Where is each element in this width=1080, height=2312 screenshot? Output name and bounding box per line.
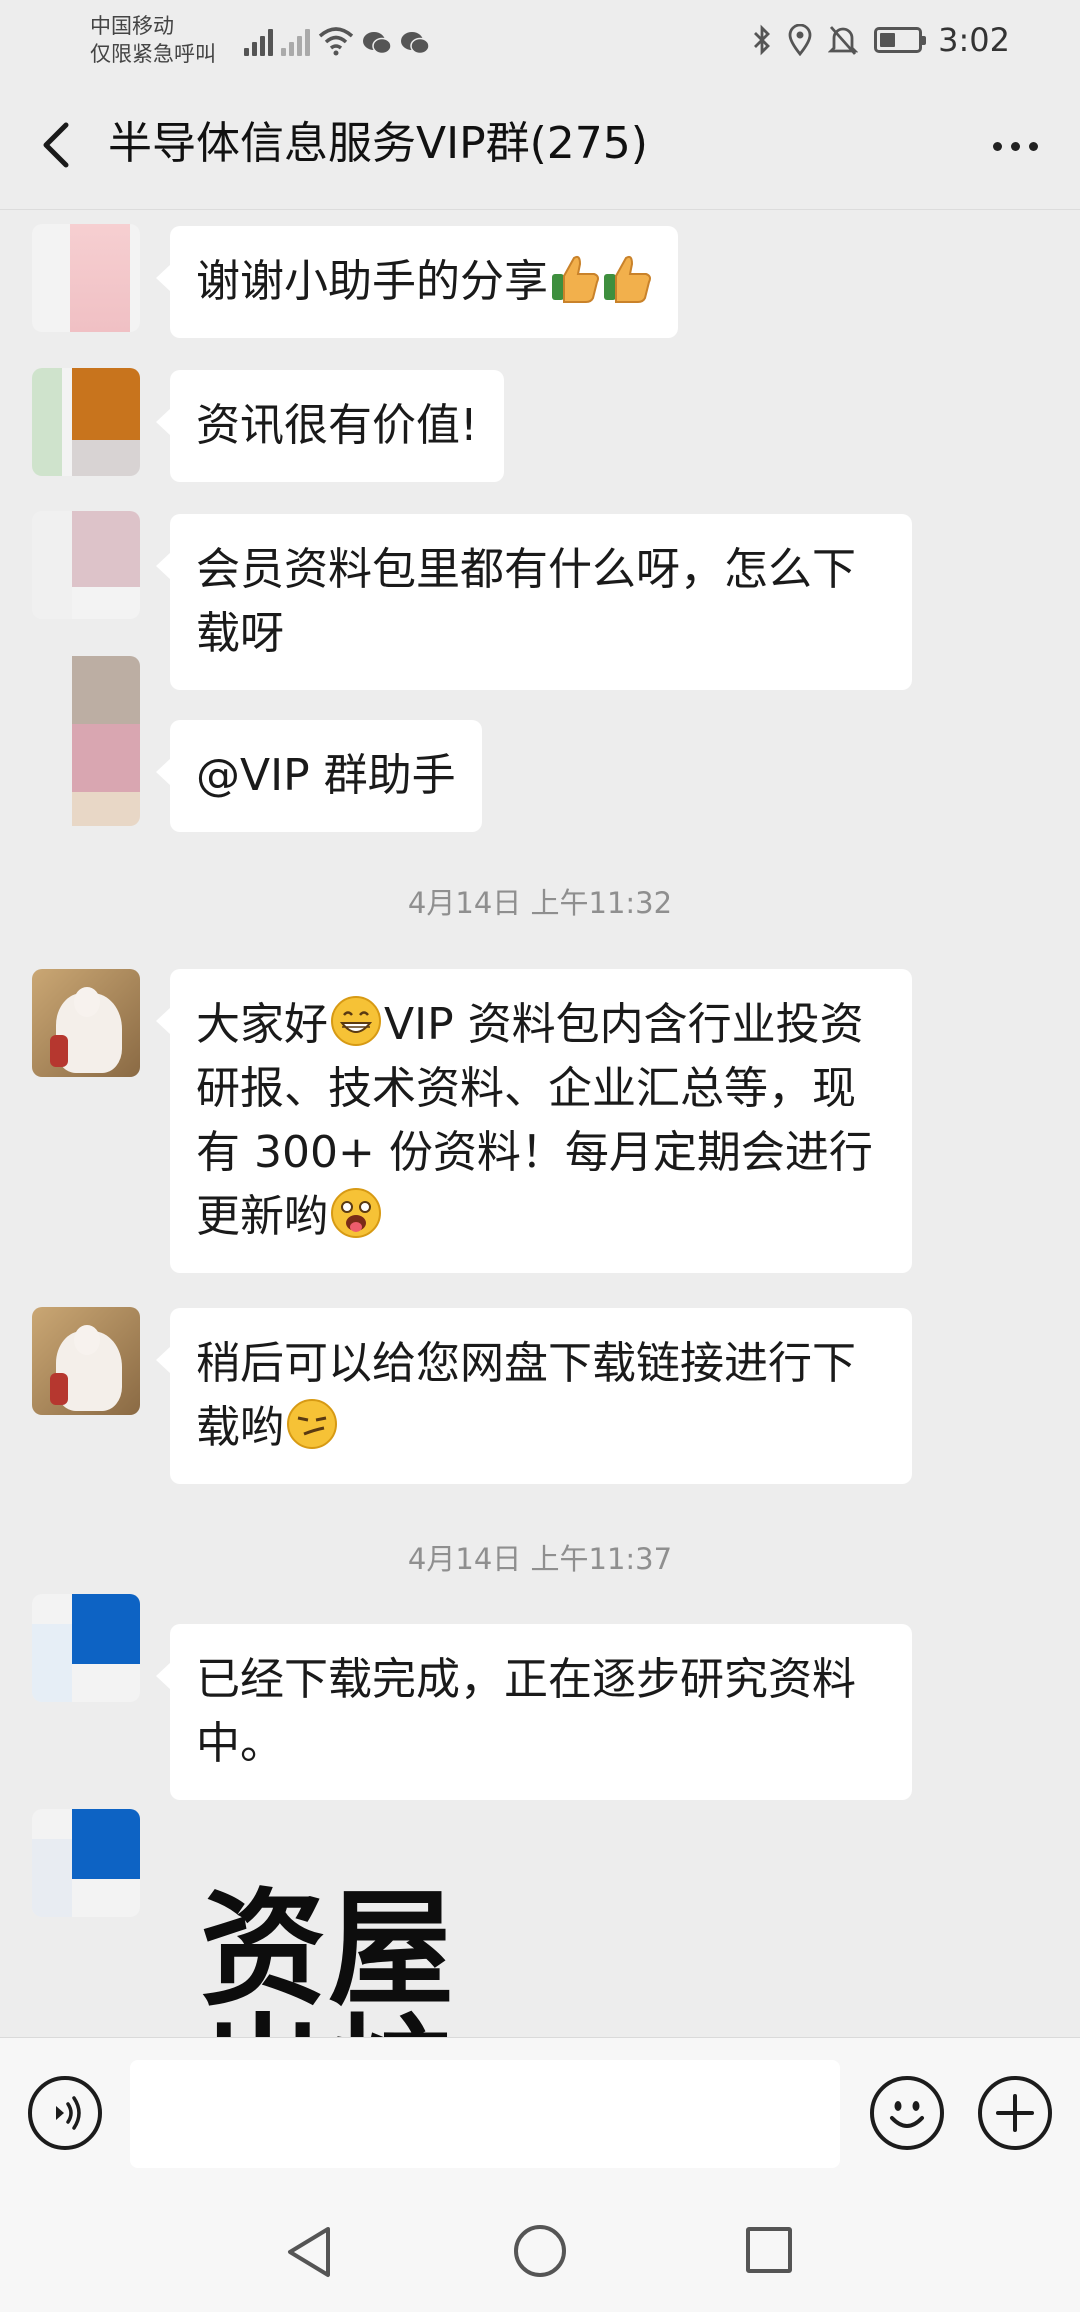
timestamp: 4月14日 上午11:37 [407,1542,673,1576]
message-text: @VIP 群助手 [196,750,456,801]
battery-icon [874,27,927,53]
chevron-left-icon[interactable] [30,115,90,175]
avatar[interactable] [32,1307,140,1415]
status-bar: 中国移动 仅限紧急呼叫 3:02 [0,0,1080,80]
mute-icon [828,26,859,55]
system-indicators: 3:02 [752,20,1010,60]
avatar[interactable] [32,368,140,476]
chat-header: 半导体信息服务VIP群(275) [0,80,1080,210]
star-struck-icon [331,1188,381,1238]
message-text: 会员资料包里都有什么呀，怎么下载呀 [196,544,856,659]
timestamp: 4月14日 上午11:32 [407,886,673,920]
message-input[interactable] [130,2060,840,2168]
carrier-name: 中国移动 [90,14,174,38]
nav-back-icon[interactable] [284,2225,334,2279]
message-bubble[interactable]: 已经下载完成，正在逐步研究资料中。 [156,1624,912,1800]
page-title: 半导体信息服务VIP群(275) [108,118,648,169]
thumbs-up-icon [552,255,599,303]
avatar[interactable] [32,656,140,826]
image-text-line2: 出炉 [200,2005,456,2037]
carrier-label: 中国移动 仅限紧急呼叫 [90,12,216,68]
emoji-icon[interactable] [870,2076,944,2150]
message-text: 已经下载完成，正在逐步研究资料中。 [196,1654,856,1769]
more-dots-icon[interactable] [980,118,1050,174]
avatar[interactable] [32,224,140,332]
avatar[interactable] [32,969,140,1077]
message-bubble[interactable]: 谢谢小助手的分享 [156,226,678,338]
nav-home-icon[interactable] [514,2225,566,2277]
chat-history[interactable]: 谢谢小助手的分享 资讯很有价值! 会员资料包里都有什么呀，怎么下载呀 @VIP … [0,211,1080,2037]
wechat-icon [401,32,430,55]
message-text: 谢谢小助手的分享 [196,256,548,307]
signal-icon [244,26,273,56]
wechat-icon [363,32,392,55]
message-bubble[interactable]: 大家好 VIP 资料包内含行业投资研报、技术资料、企业汇总等，现有 300+ 份… [156,969,912,1273]
image-message[interactable]: 资屋 出炉 [170,1821,530,2037]
plus-icon[interactable] [978,2076,1052,2150]
clock: 3:02 [938,21,1010,59]
message-bubble[interactable]: 会员资料包里都有什么呀，怎么下载呀 [156,514,912,690]
message-bubble[interactable]: 资讯很有价值! [156,370,504,482]
image-text-line1: 资屋 [200,1875,456,2023]
system-navigation-bar [0,2191,1080,2312]
voice-icon[interactable] [28,2076,102,2150]
no-sim-signal-icon [281,26,310,56]
wifi-icon [318,27,354,56]
avatar[interactable] [32,1809,140,1917]
grin-icon [331,996,381,1046]
emergency-calls-only: 仅限紧急呼叫 [90,42,216,66]
avatar[interactable] [32,511,140,619]
location-icon [788,24,812,56]
message-text: 大家好 [196,999,328,1050]
nav-recent-apps-icon[interactable] [746,2227,792,2273]
network-indicators [244,22,430,56]
message-bubble[interactable]: @VIP 群助手 [156,720,482,832]
avatar[interactable] [32,1594,140,1702]
smirk-icon [287,1399,337,1449]
thumbs-up-icon [604,255,651,303]
message-bubble[interactable]: 稍后可以给您网盘下载链接进行下载哟 [156,1308,912,1484]
message-text: 资讯很有价值! [196,400,478,451]
message-input-bar [0,2037,1080,2191]
bluetooth-icon [754,24,771,56]
